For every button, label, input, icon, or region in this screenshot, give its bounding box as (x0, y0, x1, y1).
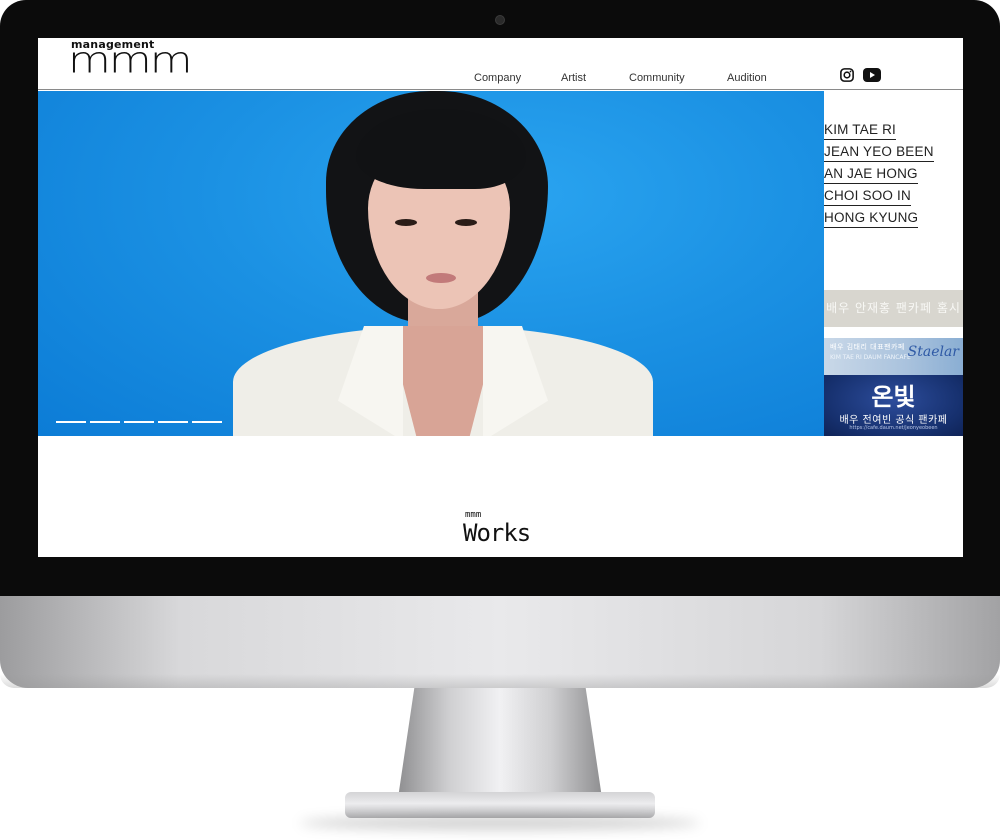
camera-icon (495, 15, 505, 25)
hero-portrait-lips (426, 273, 456, 283)
banner-brand: Staelar (907, 344, 959, 360)
monitor-foot (345, 792, 655, 818)
stand-shadow (300, 816, 700, 830)
banner-subtext: KIM TAE RI DAUM FANCAFE (830, 354, 911, 361)
site-logo[interactable]: mmm (68, 43, 193, 79)
site-header: management mmm Company Artist Community … (38, 38, 963, 90)
instagram-icon[interactable] (839, 68, 855, 82)
artist-link-jean-yeo-been[interactable]: JEAN YEO BEEN (824, 143, 934, 162)
nav-company[interactable]: Company (474, 72, 521, 84)
fancafe-banner-kim-tae-ri[interactable]: 배우 김태리 대표팬카페 KIM TAE RI DAUM FANCAFE Sta… (824, 338, 963, 375)
banner-title: 온빛 (871, 383, 916, 411)
fancafe-banner-an-jae-hong[interactable]: 배우 안재홍 팬카페 홈시 (824, 290, 963, 327)
banner-subtext: 배우 전여빈 공식 팬카페 (839, 415, 948, 426)
nav-community[interactable]: Community (629, 72, 685, 84)
slider-dot-1[interactable] (56, 421, 86, 423)
website-screen: management mmm Company Artist Community … (38, 38, 963, 557)
hero-portrait-eye-left (395, 219, 417, 226)
banner-text: 배우 안재홍 팬카페 홈시 (826, 301, 961, 315)
artist-sidebar: KIM TAE RI JEAN YEO BEEN AN JAE HONG CHO… (824, 91, 963, 436)
works-heading: Works (463, 519, 531, 547)
monitor-chin (0, 596, 1000, 688)
artist-link-an-jae-hong[interactable]: AN JAE HONG (824, 165, 918, 184)
artist-link-hong-kyung[interactable]: HONG KYUNG (824, 209, 919, 228)
nav-audition[interactable]: Audition (727, 72, 767, 84)
youtube-icon[interactable] (863, 68, 881, 82)
slider-pagination (56, 421, 222, 423)
banner-text: 배우 김태리 대표팬카페 (830, 343, 905, 351)
slider-dot-5[interactable] (192, 421, 222, 423)
hero-portrait-eye-right (455, 219, 477, 226)
artist-link-choi-soo-in[interactable]: CHOI SOO IN (824, 187, 911, 206)
banner-url: https://cafe.daum.net/jeonyeobeen (849, 425, 938, 431)
slider-dot-2[interactable] (90, 421, 120, 423)
nav-artist[interactable]: Artist (561, 72, 586, 84)
artist-link-kim-tae-ri[interactable]: KIM TAE RI (824, 121, 897, 140)
slider-dot-3[interactable] (124, 421, 154, 423)
hero-slider[interactable] (38, 91, 824, 436)
slider-dot-4[interactable] (158, 421, 188, 423)
monitor-stand (398, 688, 602, 798)
fancafe-banner-jeon-yeo-been[interactable]: 온빛 배우 전여빈 공식 팬카페 https://cafe.daum.net/j… (824, 375, 963, 436)
